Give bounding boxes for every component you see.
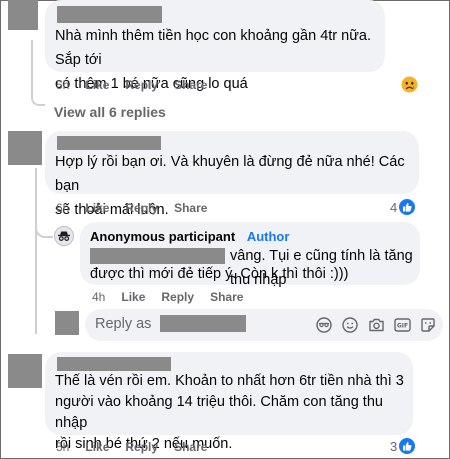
reply-button[interactable]: Reply <box>161 290 194 304</box>
emoji-icon[interactable] <box>342 317 358 338</box>
comment-actions: 5h Like Reply Share <box>56 440 223 454</box>
reply-input[interactable]: Reply as GIF <box>85 309 443 341</box>
author-name[interactable]: Anonymous participant <box>90 229 235 244</box>
redacted-author-name[interactable] <box>57 6 162 23</box>
thread-line <box>35 168 39 334</box>
sad-emoji-icon[interactable] <box>401 76 418 93</box>
like-button[interactable]: Like <box>85 78 109 92</box>
anonymous-avatar-icon[interactable] <box>54 226 74 246</box>
redacted-avatar <box>55 311 79 335</box>
thread-branch <box>35 210 53 238</box>
reply-placeholder: Reply as <box>95 316 152 332</box>
reply-actions: 4h Like Reply Share <box>92 290 259 304</box>
redacted-avatar[interactable] <box>8 354 42 388</box>
sticker-icon[interactable] <box>420 317 436 338</box>
like-button[interactable]: Like <box>121 290 145 304</box>
comment-bubble: Nhà mình thêm tiền học con khoảng gần 4t… <box>45 0 385 92</box>
comment-bubble: Thế là vén rồi em. Khoản to nhất hơn 6tr… <box>45 352 413 452</box>
thread-line <box>31 40 45 106</box>
comment-time[interactable]: 5h <box>56 440 69 454</box>
reply-time[interactable]: 4h <box>92 290 105 304</box>
reaction-number: 3 <box>390 438 398 454</box>
reaction-number: 4 <box>390 199 398 215</box>
reply-text-line2: được thì mới đẻ tiếp ý. Còn k thì thôi :… <box>90 266 349 282</box>
reply-button[interactable]: Reply <box>125 201 158 215</box>
share-button[interactable]: Share <box>174 201 207 215</box>
redacted-avatar[interactable] <box>8 0 38 30</box>
share-button[interactable]: Share <box>210 290 243 304</box>
like-reaction-icon <box>399 199 416 215</box>
comment-time[interactable]: 6h <box>56 201 69 215</box>
camera-icon[interactable] <box>368 317 385 338</box>
reply-button[interactable]: Reply <box>125 440 158 454</box>
redacted-author-name[interactable] <box>57 136 161 150</box>
reaction-count[interactable]: 3 <box>390 438 416 454</box>
reaction-count[interactable]: 4 <box>390 199 416 215</box>
gif-icon[interactable]: GIF <box>394 317 411 338</box>
reply-button[interactable]: Reply <box>125 78 158 92</box>
reply-bubble: Anonymous participant Author vâng. Tụi e… <box>80 222 420 288</box>
like-button[interactable]: Like <box>85 201 109 215</box>
svg-text:GIF: GIF <box>397 323 408 330</box>
sticker-face-icon[interactable] <box>316 317 332 338</box>
share-button[interactable]: Share <box>174 78 207 92</box>
comment-actions: 5h Like Reply Share <box>56 78 223 92</box>
comment-actions: 6h Like Reply Share <box>56 201 223 215</box>
share-button[interactable]: Share <box>174 440 207 454</box>
view-all-replies-link[interactable]: View all 6 replies <box>54 104 166 120</box>
author-badge: Author <box>246 229 290 244</box>
like-button[interactable]: Like <box>85 440 109 454</box>
redacted-reply-name <box>160 315 246 332</box>
like-reaction-icon <box>399 438 416 454</box>
redacted-avatar[interactable] <box>8 131 42 165</box>
comment-time[interactable]: 5h <box>56 78 69 92</box>
redacted-author-name[interactable] <box>57 357 171 371</box>
comment-bubble: Hợp lý rồi bạn ơi. Và khuyên là đừng đẻ … <box>45 131 419 218</box>
reply-author[interactable]: Anonymous participant Author <box>90 229 289 244</box>
